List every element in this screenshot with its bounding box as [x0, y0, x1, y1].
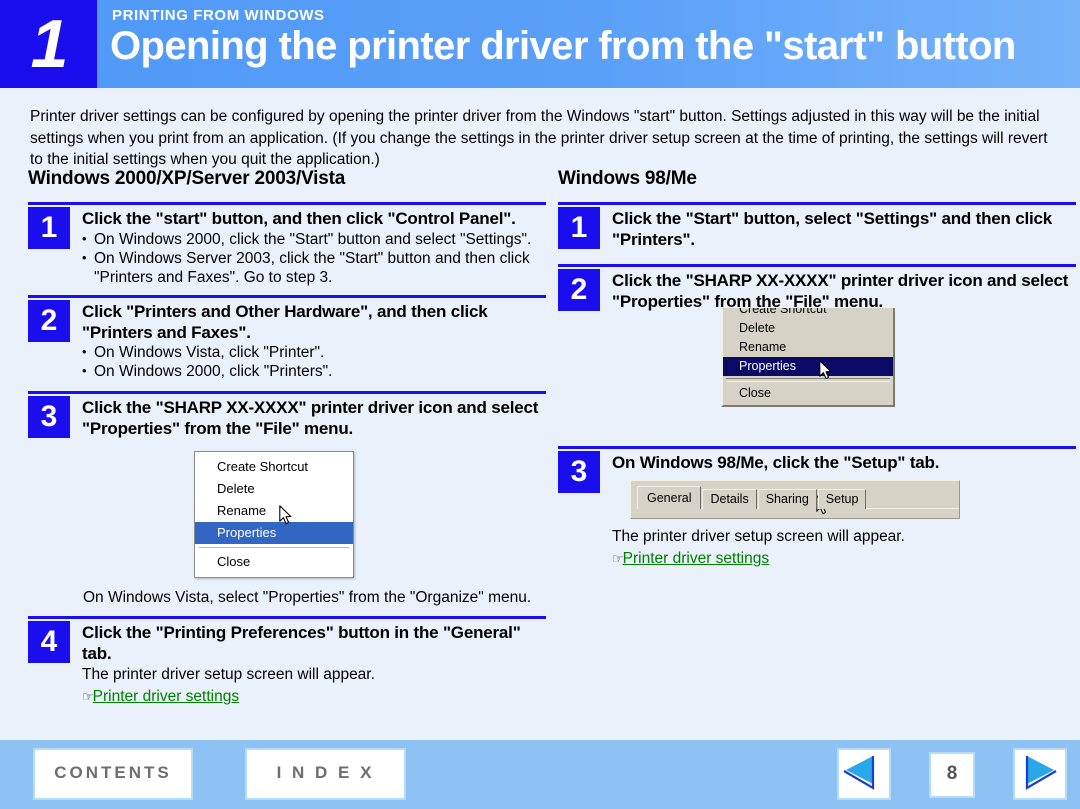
w98-tabs-figure: General Details Sharing Setup [630, 480, 1076, 519]
step-number-badge: 3 [28, 396, 70, 438]
step-note: The printer driver setup screen will app… [612, 528, 905, 545]
step-number-badge: 4 [28, 621, 70, 663]
chapter-number-badge: 1 [0, 0, 97, 88]
index-button[interactable]: I N D E X [245, 748, 406, 800]
xp-menu-item-delete[interactable]: Delete [195, 478, 353, 500]
step-number-badge: 1 [28, 207, 70, 249]
left-step-2: 2 Click "Printers and Other Hardware", a… [28, 295, 546, 381]
step-title: Click the "Printing Preferences" button … [82, 623, 521, 663]
w98-context-menu-figure: Create Shortcut Delete Rename Properties… [721, 308, 1076, 412]
contents-button[interactable]: CONTENTS [33, 748, 193, 800]
right-step-1: 1 Click the "Start" button, select "Sett… [558, 202, 1076, 250]
xp-context-menu[interactable]: Create Shortcut Delete Rename Properties… [194, 451, 354, 578]
document-page: 1 PRINTING FROM WINDOWS Opening the prin… [0, 0, 1080, 809]
cross-reference-line: ☞Printer driver settings [82, 687, 546, 707]
step-number-badge: 3 [558, 451, 600, 493]
step-bullet: On Windows 2000, click the "Start" butto… [82, 229, 546, 249]
right-column: Windows 98/Me 1 Click the "Start" button… [558, 168, 1076, 575]
step-bullet: On Windows Server 2003, click the "Start… [82, 248, 546, 287]
header-text-group: PRINTING FROM WINDOWS Opening the printe… [110, 0, 1072, 88]
w98-context-menu[interactable]: Create Shortcut Delete Rename Properties… [721, 308, 895, 407]
next-page-button[interactable] [1013, 748, 1067, 800]
step-divider [28, 295, 546, 298]
xp-menu-item-close[interactable]: Close [195, 551, 353, 573]
step-bullet-list: On Windows 2000, click the "Start" butto… [82, 229, 546, 287]
printer-driver-settings-link[interactable]: Printer driver settings [93, 688, 239, 705]
cross-reference-line: ☞Printer driver settings [612, 549, 1076, 569]
tab-setup[interactable]: Setup [817, 489, 867, 509]
triangle-left-icon [843, 756, 875, 790]
w98-menu-item-rename[interactable]: Rename [723, 338, 893, 357]
intro-paragraph: Printer driver settings can be configure… [30, 108, 1048, 168]
printer-driver-settings-link[interactable]: Printer driver settings [623, 550, 769, 567]
step-title: Click the "Start" button, select "Settin… [612, 209, 1053, 249]
step-bullet: On Windows Vista, click "Printer". [82, 343, 546, 363]
w98-menu-item-delete[interactable]: Delete [723, 319, 893, 338]
left-step-1: 1 Click the "start" button, and then cli… [28, 202, 546, 287]
step-title: Click the "SHARP XX-XXXX" printer driver… [612, 271, 1069, 311]
xp-context-menu-figure: Create Shortcut Delete Rename Properties… [194, 451, 546, 578]
w98-menu-separator [726, 378, 890, 382]
step-title: On Windows 98/Me, click the "Setup" tab. [612, 453, 940, 472]
step-divider [558, 202, 1076, 205]
xp-menu-separator [199, 547, 349, 548]
step-number-badge: 1 [558, 207, 600, 249]
xp-menu-item-rename[interactable]: Rename [195, 500, 353, 522]
left-column-heading: Windows 2000/XP/Server 2003/Vista [28, 168, 346, 189]
w98-tab-strip: General Details Sharing Setup [630, 480, 960, 519]
step-title: Click the "SHARP XX-XXXX" printer driver… [82, 398, 539, 438]
header-kicker: PRINTING FROM WINDOWS [112, 7, 325, 24]
left-step-3: 3 Click the "SHARP XX-XXXX" printer driv… [28, 391, 546, 578]
step-bullet-list: On Windows Vista, click "Printer". On Wi… [82, 343, 546, 382]
right-column-heading: Windows 98/Me [558, 168, 697, 189]
tab-general[interactable]: General [637, 486, 702, 509]
page-number: 8 [929, 752, 975, 798]
step-divider [558, 446, 1076, 449]
triangle-right-icon [1025, 756, 1057, 790]
step-title: Click the "start" button, and then click… [82, 209, 516, 228]
pointing-hand-icon: ☞ [612, 551, 624, 566]
pointing-hand-icon: ☞ [82, 689, 94, 704]
xp-menu-item-create-shortcut[interactable]: Create Shortcut [195, 456, 353, 478]
left-column: Windows 2000/XP/Server 2003/Vista 1 Clic… [28, 168, 546, 713]
previous-page-button[interactable] [837, 748, 891, 800]
left-step-4: 4 Click the "Printing Preferences" butto… [28, 616, 546, 707]
w98-menu-item-properties[interactable]: Properties [723, 357, 893, 376]
right-step-3: 3 On Windows 98/Me, click the "Setup" ta… [558, 446, 1076, 569]
right-step-2: 2 Click the "SHARP XX-XXXX" printer driv… [558, 264, 1076, 412]
step-title: Click "Printers and Other Hardware", and… [82, 302, 488, 342]
step-number-badge: 2 [28, 300, 70, 342]
step-note: The printer driver setup screen will app… [82, 666, 375, 683]
tab-details[interactable]: Details [702, 489, 757, 509]
tab-sharing[interactable]: Sharing [757, 489, 817, 509]
w98-menu-item-create-shortcut[interactable]: Create Shortcut [723, 308, 893, 319]
vista-note: On Windows Vista, select "Properties" fr… [83, 589, 532, 606]
step-bullet: On Windows 2000, click "Printers". [82, 362, 546, 382]
step-divider [28, 391, 546, 394]
step-divider [28, 616, 546, 619]
step-number-badge: 2 [558, 269, 600, 311]
page-header: 1 PRINTING FROM WINDOWS Opening the prin… [0, 0, 1080, 88]
w98-menu-item-close[interactable]: Close [723, 384, 893, 403]
step-divider [558, 264, 1076, 267]
page-title: Opening the printer driver from the "sta… [110, 24, 1016, 68]
step-divider [28, 202, 546, 205]
xp-menu-item-properties[interactable]: Properties [195, 522, 353, 544]
